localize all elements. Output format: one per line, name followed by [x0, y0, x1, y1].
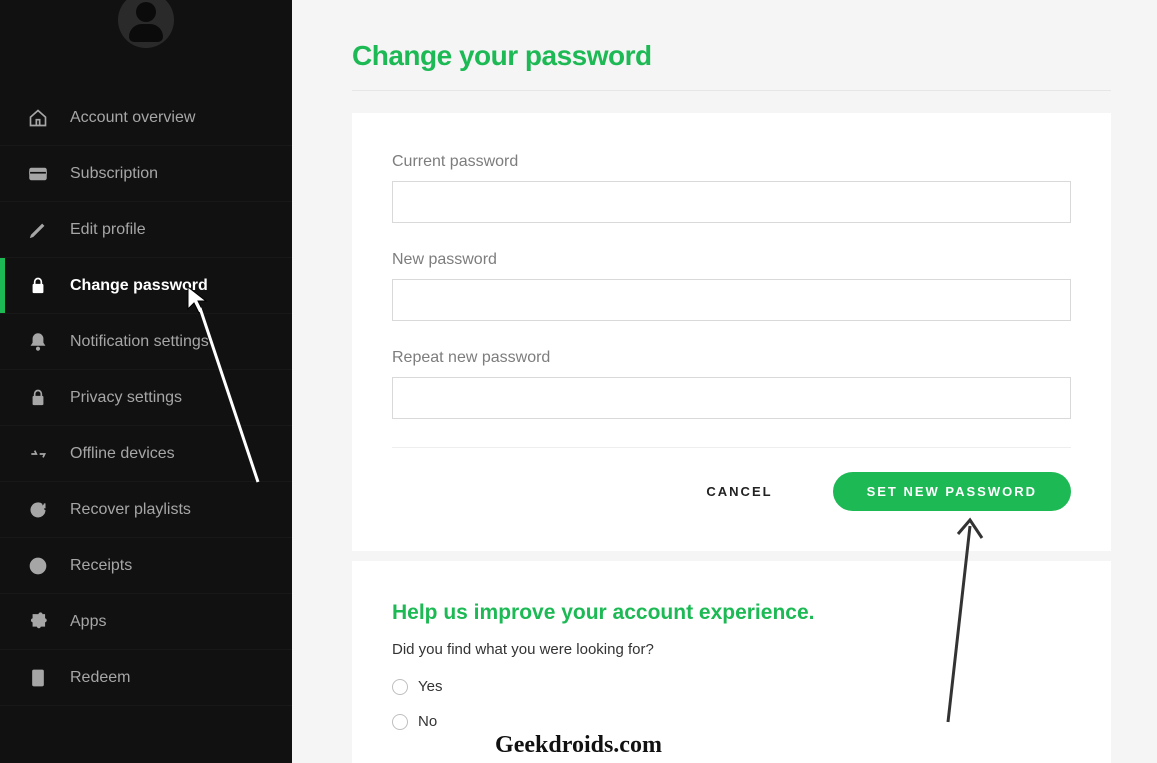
field-repeat-password: Repeat new password	[392, 349, 1071, 419]
sidebar-item-recover-playlists[interactable]: Recover playlists	[0, 482, 292, 538]
sidebar-item-label: Account overview	[70, 109, 195, 127]
pencil-icon	[28, 220, 48, 240]
sidebar-item-label: Notification settings	[70, 333, 209, 351]
set-new-password-button[interactable]: SET NEW PASSWORD	[833, 472, 1071, 511]
sidebar-item-label: Recover playlists	[70, 501, 191, 519]
repeat-password-label: Repeat new password	[392, 349, 1071, 367]
feedback-option-label: Yes	[418, 678, 442, 695]
clock-icon	[28, 556, 48, 576]
form-actions: CANCEL SET NEW PASSWORD	[392, 472, 1071, 521]
feedback-question: Did you find what you were looking for?	[392, 641, 1071, 658]
sidebar-item-label: Receipts	[70, 557, 132, 575]
feedback-option-yes[interactable]: Yes	[392, 678, 1071, 695]
sidebar-item-label: Change password	[70, 277, 208, 295]
feedback-card: Help us improve your account experience.…	[352, 561, 1111, 763]
refresh-icon	[28, 500, 48, 520]
current-password-label: Current password	[392, 153, 1071, 171]
devices-icon	[28, 444, 48, 464]
sidebar-item-label: Edit profile	[70, 221, 146, 239]
change-password-form: Current password New password Repeat new…	[352, 113, 1111, 551]
sidebar-item-redeem[interactable]: Redeem	[0, 650, 292, 706]
sidebar-nav: Account overview Subscription Edit profi…	[0, 90, 292, 706]
redeem-icon	[28, 668, 48, 688]
radio-icon	[392, 679, 408, 695]
radio-icon	[392, 714, 408, 730]
feedback-option-no[interactable]: No	[392, 713, 1071, 730]
bell-icon	[28, 332, 48, 352]
feedback-option-label: No	[418, 713, 437, 730]
main-content: Change your password Current password Ne…	[292, 0, 1157, 763]
sidebar-item-label: Privacy settings	[70, 389, 182, 407]
sidebar: Account overview Subscription Edit profi…	[0, 0, 292, 763]
sidebar-item-offline-devices[interactable]: Offline devices	[0, 426, 292, 482]
sidebar-item-label: Subscription	[70, 165, 158, 183]
repeat-password-input[interactable]	[392, 377, 1071, 419]
cancel-button[interactable]: CANCEL	[706, 484, 772, 499]
sidebar-item-receipts[interactable]: Receipts	[0, 538, 292, 594]
home-icon	[28, 108, 48, 128]
lock-icon	[28, 276, 48, 296]
divider	[392, 447, 1071, 448]
new-password-input[interactable]	[392, 279, 1071, 321]
avatar-container	[0, 0, 292, 90]
sidebar-item-label: Redeem	[70, 669, 130, 687]
sidebar-item-change-password[interactable]: Change password	[0, 258, 292, 314]
puzzle-icon	[28, 612, 48, 632]
avatar[interactable]	[118, 0, 174, 48]
sidebar-item-subscription[interactable]: Subscription	[0, 146, 292, 202]
page-title: Change your password	[352, 40, 1111, 91]
sidebar-item-edit-profile[interactable]: Edit profile	[0, 202, 292, 258]
field-new-password: New password	[392, 251, 1071, 321]
sidebar-item-notification-settings[interactable]: Notification settings	[0, 314, 292, 370]
current-password-input[interactable]	[392, 181, 1071, 223]
sidebar-item-account-overview[interactable]: Account overview	[0, 90, 292, 146]
lock-icon	[28, 388, 48, 408]
field-current-password: Current password	[392, 153, 1071, 223]
card-icon	[28, 164, 48, 184]
feedback-title: Help us improve your account experience.	[392, 601, 1071, 625]
sidebar-item-apps[interactable]: Apps	[0, 594, 292, 650]
new-password-label: New password	[392, 251, 1071, 269]
sidebar-item-label: Apps	[70, 613, 106, 631]
sidebar-item-privacy-settings[interactable]: Privacy settings	[0, 370, 292, 426]
sidebar-item-label: Offline devices	[70, 445, 175, 463]
